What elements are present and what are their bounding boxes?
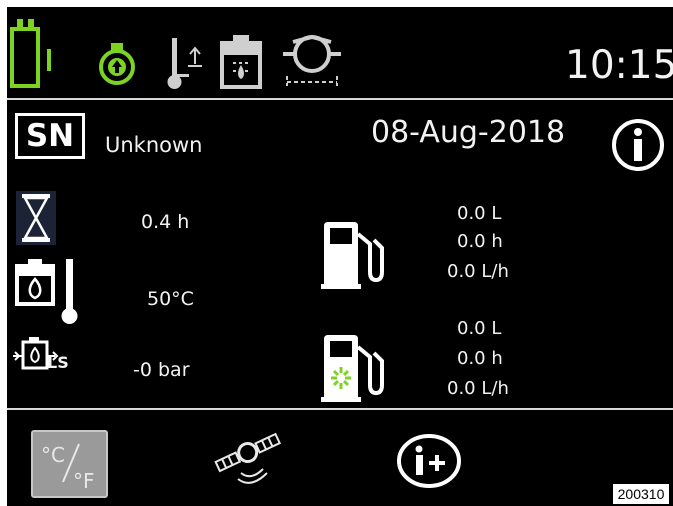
info-button[interactable] — [611, 118, 665, 172]
unit-toggle-button[interactable]: °C °F — [31, 430, 108, 498]
footer-divider — [7, 408, 673, 410]
pressure-sublabel: LS — [47, 353, 69, 372]
clock-time: 10:15 — [565, 43, 673, 88]
date-display: 08-Aug-2018 — [371, 115, 566, 150]
oil-temperature-value: 50°C — [147, 288, 194, 310]
fuel-trip-volume: 0.0 L — [457, 203, 502, 224]
hydraulic-oil-icon — [220, 35, 262, 89]
display-screen: 10:15 SN Unknown 08-Aug-2018 0.4 h 50°C … — [7, 7, 673, 506]
fuel-pump-idle-icon — [321, 335, 384, 402]
serial-number-value: Unknown — [105, 133, 203, 157]
hydraulic-pump-icon — [283, 34, 341, 86]
celsius-fahrenheit-icon: °C °F — [41, 443, 95, 493]
hydraulic-oil-temperature-icon — [15, 259, 78, 324]
fuel-idle-volume: 0.0 L — [457, 318, 502, 339]
operating-hours-value: 0.4 h — [141, 211, 190, 233]
coolant-temperature-icon — [167, 38, 202, 89]
serial-number-badge: SN — [15, 113, 85, 159]
fuel-idle-rate: 0.0 L/h — [447, 378, 509, 399]
info-plus-button[interactable] — [396, 433, 462, 489]
fuel-idle-time: 0.0 h — [457, 348, 503, 369]
battery-icon — [10, 19, 51, 88]
hourglass-icon — [16, 191, 56, 245]
svg-text:°C: °C — [41, 443, 65, 467]
telematics-button[interactable] — [211, 425, 287, 491]
header-divider — [7, 98, 673, 100]
pressure-value: -0 bar — [133, 359, 190, 381]
svg-text:°F: °F — [73, 469, 95, 493]
fuel-trip-time: 0.0 h — [457, 231, 503, 252]
figure-id-label: 200310 — [613, 484, 669, 504]
fuel-trip-rate: 0.0 L/h — [447, 261, 509, 282]
fuel-pump-icon — [321, 222, 384, 289]
engine-oil-pressure-icon — [99, 43, 135, 85]
